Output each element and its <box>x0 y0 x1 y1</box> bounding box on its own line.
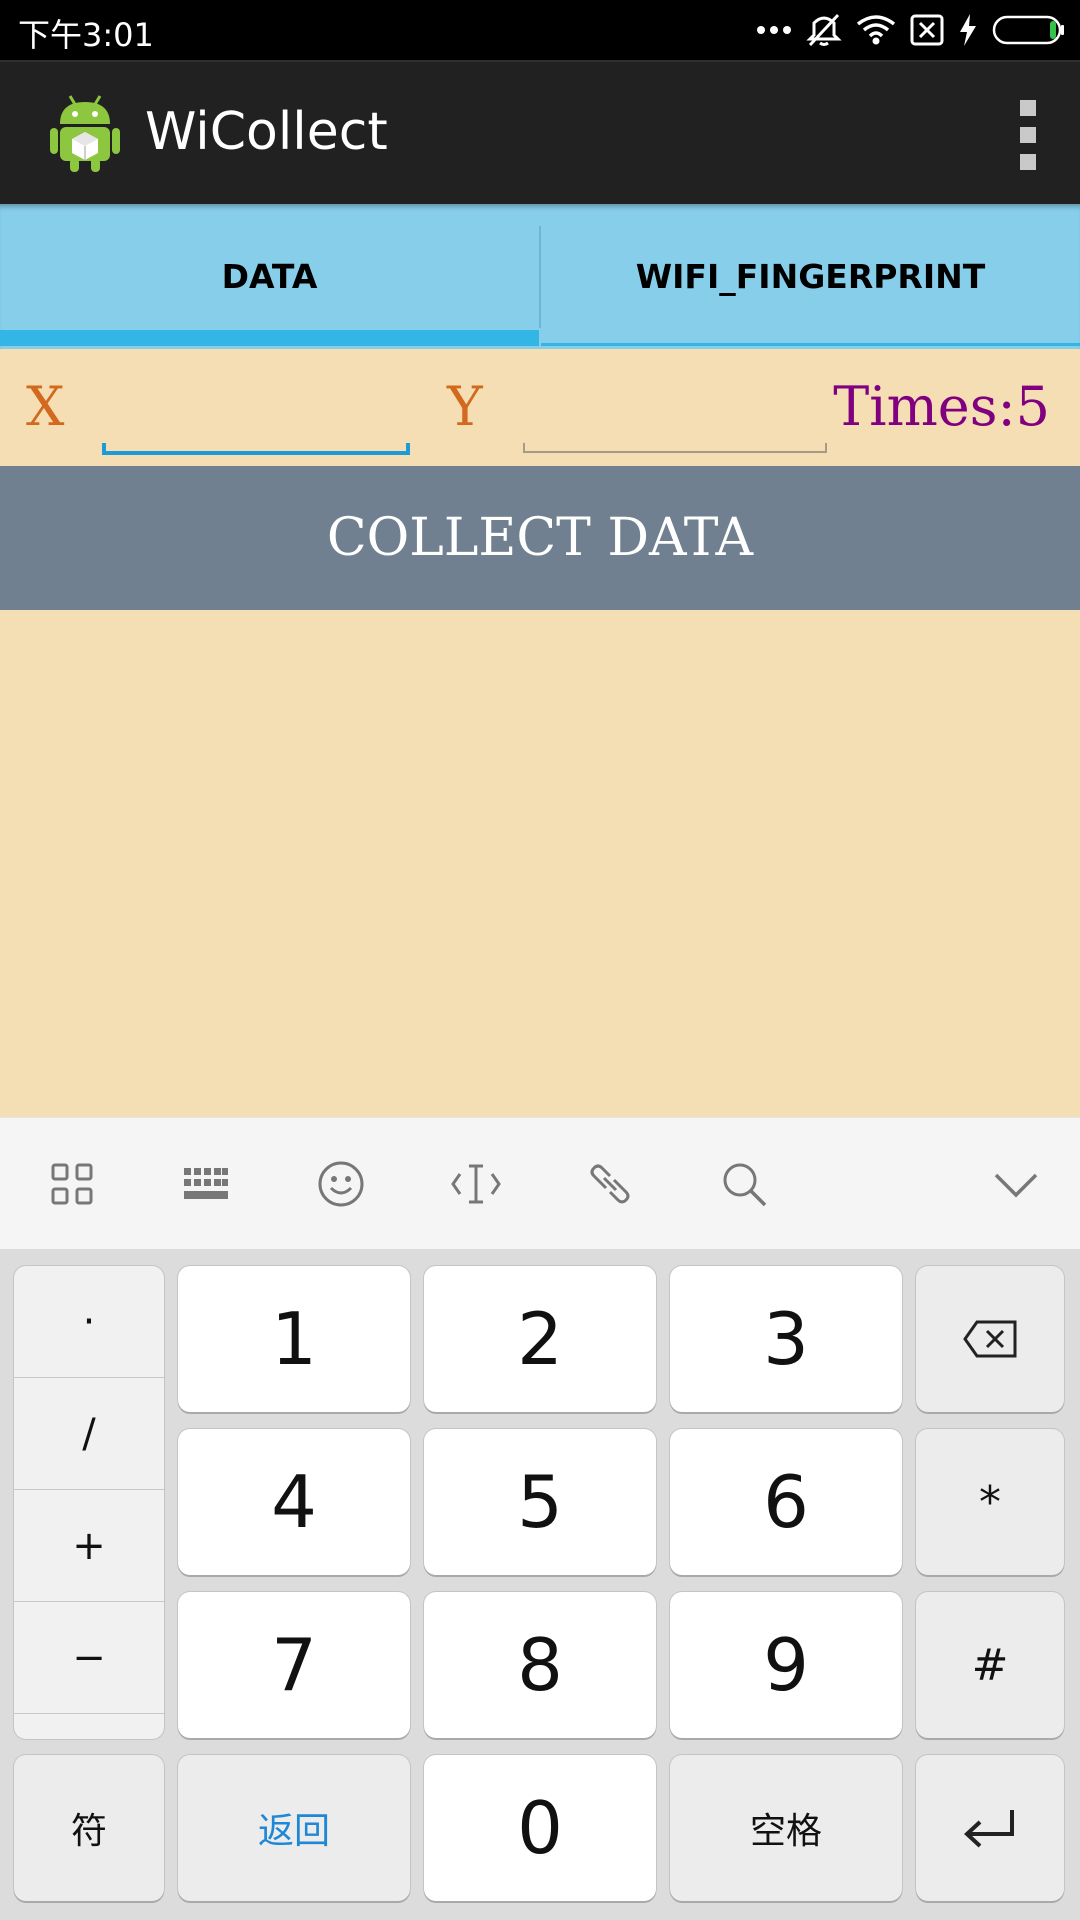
link-icon[interactable] <box>580 1154 640 1214</box>
key-8[interactable]: 8 <box>424 1592 656 1738</box>
vibrate-off-icon <box>806 13 842 47</box>
key-plus[interactable]: + <box>14 1490 164 1602</box>
chevron-down-icon[interactable] <box>986 1154 1046 1214</box>
y-input[interactable] <box>522 369 828 445</box>
tab-wifi-fingerprint[interactable]: WIFI_FINGERPRINT <box>541 204 1080 349</box>
grid-apps-icon[interactable] <box>42 1154 102 1214</box>
status-time: 下午3:01 <box>18 16 154 54</box>
android-logo-icon <box>50 95 120 172</box>
times-counter: Times:5 <box>833 375 1050 438</box>
key-9[interactable]: 9 <box>670 1592 902 1738</box>
tab-selected-indicator <box>0 330 539 346</box>
battery-icon <box>992 15 1064 45</box>
coordinate-input-row: X Y Times:5 <box>0 349 1080 466</box>
emoji-icon[interactable] <box>311 1154 371 1214</box>
key-dot[interactable]: · <box>14 1266 164 1378</box>
key-6[interactable]: 6 <box>670 1429 902 1575</box>
keyboard-icon[interactable] <box>176 1154 236 1214</box>
numeric-keyboard: · / + − 1 2 3 4 5 6 * 7 8 9 # 符 返回 0 空格 <box>0 1249 1080 1920</box>
tab-underline <box>541 343 1080 346</box>
y-label: Y <box>447 375 483 438</box>
key-3[interactable]: 3 <box>670 1266 902 1412</box>
charging-icon <box>960 14 976 46</box>
enter-key[interactable] <box>916 1755 1064 1901</box>
sim-x-icon <box>910 14 944 46</box>
enter-icon <box>964 1810 1014 1848</box>
menu-dot <box>1020 127 1036 143</box>
key-slash[interactable]: / <box>14 1378 164 1490</box>
app-title: WiCollect <box>145 102 388 162</box>
menu-dot <box>1020 100 1036 116</box>
key-2[interactable]: 2 <box>424 1266 656 1412</box>
collect-data-button[interactable]: COLLECT DATA <box>0 466 1080 610</box>
x-input-underline <box>102 443 410 455</box>
key-4[interactable]: 4 <box>178 1429 410 1575</box>
overflow-menu-icon[interactable] <box>1016 100 1040 170</box>
backspace-icon <box>963 1320 1017 1358</box>
action-bar: WiCollect <box>0 60 1080 204</box>
menu-dot <box>1020 154 1036 170</box>
status-bar: 下午3:01 <box>0 0 1080 60</box>
more-dots-icon <box>757 26 791 34</box>
symbols-key[interactable]: 符 <box>14 1755 164 1901</box>
key-hash[interactable]: # <box>916 1592 1064 1738</box>
status-icons <box>756 12 1066 48</box>
space-key[interactable]: 空格 <box>670 1755 902 1901</box>
key-5[interactable]: 5 <box>424 1429 656 1575</box>
y-input-underline <box>523 443 827 453</box>
backspace-key[interactable] <box>916 1266 1064 1412</box>
x-label: X <box>26 375 65 438</box>
x-input[interactable] <box>100 369 412 445</box>
key-minus[interactable]: − <box>14 1602 164 1714</box>
cursor-icon[interactable] <box>446 1154 506 1214</box>
tab-bar: DATA WIFI_FINGERPRINT <box>0 204 1080 349</box>
wifi-icon <box>856 15 896 45</box>
key-7[interactable]: 7 <box>178 1592 410 1738</box>
return-key[interactable]: 返回 <box>178 1755 410 1901</box>
search-icon[interactable] <box>714 1154 774 1214</box>
key-1[interactable]: 1 <box>178 1266 410 1412</box>
keyboard-toolbar <box>0 1117 1080 1249</box>
tab-data[interactable]: DATA <box>0 204 539 349</box>
symbol-column: · / + − <box>14 1266 164 1739</box>
key-star[interactable]: * <box>916 1429 1064 1575</box>
key-0[interactable]: 0 <box>424 1755 656 1901</box>
